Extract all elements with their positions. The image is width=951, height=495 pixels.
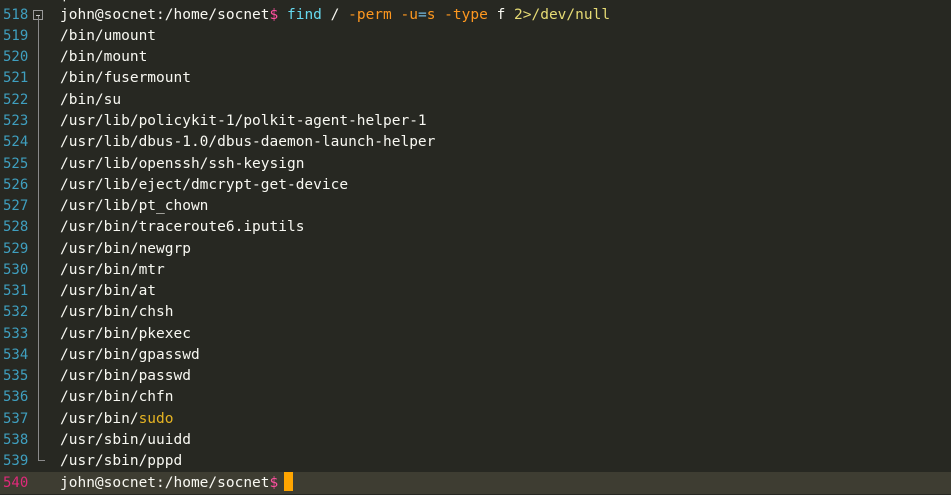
prompt-text: john@socnet:/home/socnet$ (60, 472, 294, 494)
line-number: 518 (3, 7, 29, 23)
output-line[interactable]: 520 /bin/mount (0, 47, 951, 68)
output-line[interactable]: 531 /usr/bin/at (0, 281, 951, 302)
output-line[interactable]: 536 /usr/bin/chfn (0, 387, 951, 408)
output-text: /usr/lib/openssh/ssh-keysign (60, 156, 305, 172)
output-line[interactable]: 523 /usr/lib/policykit-1/polkit-agent-he… (0, 111, 951, 132)
line-number: 523 (3, 113, 29, 129)
line-number: 519 (3, 28, 29, 44)
output-text: /usr/bin/passwd (60, 368, 191, 384)
command-name: find (286, 7, 322, 23)
output-text: /usr/bin/pkexec (60, 326, 191, 342)
output-text: /bin/mount (60, 49, 148, 65)
output-text: /usr/sbin/pppd (60, 453, 183, 469)
output-text: /bin/fusermount (60, 70, 191, 86)
output-line[interactable]: 534 /usr/bin/gpasswd (0, 345, 951, 366)
line-number: 533 (3, 326, 29, 342)
line-number: 530 (3, 262, 29, 278)
output-line[interactable]: 519 /bin/umount (0, 26, 951, 47)
output-line[interactable]: 528 /usr/bin/traceroute6.iputils (0, 217, 951, 238)
line-number: 521 (3, 70, 29, 86)
redirect: 2>/dev/null (514, 7, 611, 23)
type-value: f (496, 7, 506, 23)
output-line[interactable]: 524 /usr/lib/dbus-1.0/dbus-daemon-launch… (0, 132, 951, 153)
output-line[interactable]: 529 /usr/bin/newgrp (0, 239, 951, 260)
command-path-arg: / (330, 7, 340, 23)
text-cursor[interactable] (284, 472, 294, 491)
line-number: 526 (3, 177, 29, 193)
perm-option: -perm (348, 7, 392, 23)
output-text: /bin/su (60, 92, 122, 108)
output-text: /usr/bin/newgrp (60, 241, 191, 257)
terminal-editor[interactable]: ' 518 john@socnet:/home/socnet$ find / -… (0, 0, 951, 495)
prompt-sign: $ (269, 475, 279, 491)
command-text: john@socnet:/home/socnet$ find / -perm -… (60, 5, 610, 26)
output-text: /usr/bin/gpasswd (60, 347, 200, 363)
output-line[interactable]: 532 /usr/bin/chsh (0, 302, 951, 323)
shell-prompt: john@socnet:/home/socnet (60, 475, 270, 491)
line-number: 528 (3, 219, 29, 235)
path-prefix: /usr/bin/ (60, 411, 139, 427)
current-line-number: 540 (3, 475, 29, 491)
output-text: /usr/lib/pt_chown (60, 198, 209, 214)
type-option: -type (444, 7, 488, 23)
output-text: /usr/bin/sudo (60, 409, 174, 430)
line-number: 531 (3, 283, 29, 299)
equals-operator: = (417, 7, 427, 23)
output-text: /usr/lib/eject/dmcrypt-get-device (60, 177, 349, 193)
output-line[interactable]: 521 /bin/fusermount (0, 68, 951, 89)
line-number: 520 (3, 49, 29, 65)
output-text: /usr/bin/chfn (60, 389, 174, 405)
line-number: 534 (3, 347, 29, 363)
prompt-sign: $ (269, 7, 279, 23)
output-text: /usr/bin/mtr (60, 262, 165, 278)
command-line[interactable]: 518 john@socnet:/home/socnet$ find / -pe… (0, 5, 951, 26)
highlighted-keyword: sudo (138, 411, 174, 427)
output-line[interactable]: 525 /usr/lib/openssh/ssh-keysign (0, 154, 951, 175)
output-line[interactable]: 522 /bin/su (0, 90, 951, 111)
current-prompt-line[interactable]: 540 john@socnet:/home/socnet$ (0, 472, 951, 494)
output-text: /usr/bin/at (60, 283, 157, 299)
output-line[interactable]: 538 /usr/sbin/uuidd (0, 430, 951, 451)
line-number: 536 (3, 389, 29, 405)
line-number: 529 (3, 241, 29, 257)
u-option: -u (400, 7, 418, 23)
line-number: 539 (3, 453, 29, 469)
shell-prompt: john@socnet:/home/socnet (60, 7, 270, 23)
line-number: 525 (3, 156, 29, 172)
line-number: 537 (3, 411, 29, 427)
s-option: s (426, 7, 436, 23)
output-line[interactable]: 535 /usr/bin/passwd (0, 366, 951, 387)
output-line[interactable]: 539 /usr/sbin/pppd (0, 451, 951, 472)
output-text: /usr/lib/dbus-1.0/dbus-daemon-launch-hel… (60, 134, 436, 150)
output-text: /usr/bin/chsh (60, 304, 174, 320)
output-line[interactable]: 526 /usr/lib/eject/dmcrypt-get-device (0, 175, 951, 196)
output-line[interactable]: 530 /usr/bin/mtr (0, 260, 951, 281)
line-number: 538 (3, 432, 29, 448)
output-line[interactable]: 527 /usr/lib/pt_chown (0, 196, 951, 217)
output-text: /usr/lib/policykit-1/polkit-agent-helper… (60, 113, 427, 129)
line-number: 527 (3, 198, 29, 214)
output-line[interactable]: 533 /usr/bin/pkexec (0, 324, 951, 345)
output-line[interactable]: 537 /usr/bin/sudo (0, 409, 951, 430)
line-number: 535 (3, 368, 29, 384)
line-number: 532 (3, 304, 29, 320)
output-text: /bin/umount (60, 28, 157, 44)
line-number: 522 (3, 92, 29, 108)
line-number: 524 (3, 134, 29, 150)
output-text: /usr/sbin/uuidd (60, 432, 191, 448)
output-text: /usr/bin/traceroute6.iputils (60, 219, 305, 235)
